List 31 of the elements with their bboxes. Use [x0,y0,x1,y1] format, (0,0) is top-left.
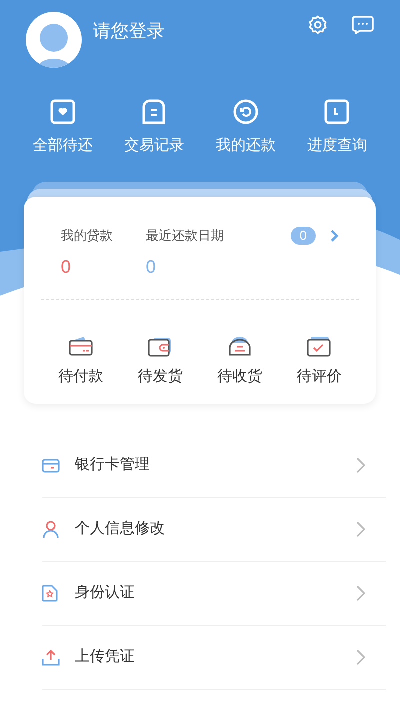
chevron-right-icon [356,585,366,602]
menu-item[interactable]: 身份认证 [42,562,386,626]
box-icon [226,336,253,358]
menu-item[interactable]: 上传凭证 [42,626,386,690]
chevron-right-icon [356,521,366,538]
wallet-icon [147,336,174,358]
chevron-right-icon [356,649,366,666]
review-check-icon [306,336,332,358]
refresh-circle-icon [232,98,260,126]
order-status[interactable]: 待发货 [120,336,200,387]
menu-item[interactable]: 个人信息修改 [42,498,386,562]
loan-amount: 0 [61,256,72,279]
loan-label: 我的贷款 [61,227,114,245]
card-icon [68,336,94,358]
settings-icon[interactable] [308,15,328,35]
order-status[interactable]: 待付款 [41,336,120,387]
order-status[interactable]: 待收货 [200,336,280,387]
order-status[interactable]: 待评价 [280,336,359,387]
clock-card-icon [323,98,352,126]
upload-icon [42,649,60,666]
repayment-date-value: 0 [146,256,158,279]
heart-card-icon [48,98,77,126]
chevron-right-icon [356,457,366,474]
chevron-right-icon[interactable] [330,229,339,243]
bank-card-icon [42,458,60,472]
id-document-icon [42,585,58,602]
message-icon[interactable] [352,16,374,34]
document-icon [140,98,168,126]
menu-item[interactable]: 银行卡管理 [42,434,386,498]
person-icon [42,520,60,538]
repayment-date-label: 最近还款日期 [146,227,225,245]
